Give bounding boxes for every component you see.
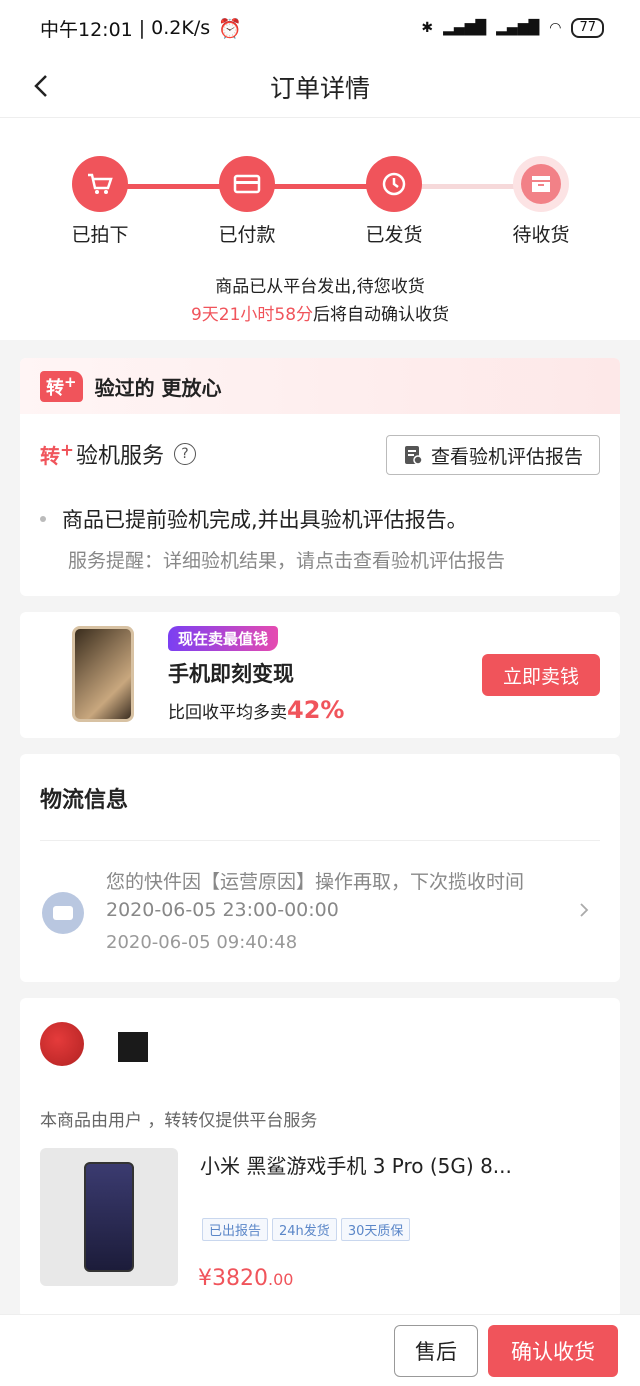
inspection-bullet: 商品已提前验机完成,并出具验机评估报告。 [40, 504, 468, 534]
product-price: ¥3820.00 [198, 1266, 294, 1291]
status-time: 中午12:01 [40, 18, 133, 41]
product-tags: 已出报告 24h发货 30天质保 [202, 1218, 411, 1241]
sell-now-button[interactable]: 立即卖钱 [482, 654, 600, 696]
page-title: 订单详情 [269, 73, 370, 103]
product-title[interactable]: 小米 黑鲨游戏手机 3 Pro (5G) 8... [200, 1150, 600, 1179]
logistics-card[interactable]: 物流信息 您的快件因【运营原因】操作再取，下次揽收时间2020-06-05 23… [20, 754, 620, 982]
step-paid: 已付款 [187, 156, 307, 247]
sell-tag: 现在卖最值钱 [168, 626, 279, 651]
signal-icon-2: ▂▄▆█ [496, 20, 540, 36]
seller-avatar[interactable] [40, 1022, 84, 1066]
logistics-latest: 您的快件因【运营原因】操作再取，下次揽收时间2020-06-05 23:00-0… [106, 871, 525, 921]
status-speed: 0.2K/s [151, 17, 211, 39]
inspection-reminder: 服务提醒：详细验机结果，请点击查看验机评估报告 [68, 550, 506, 572]
sell-banner[interactable]: 现在卖最值钱 手机即刻变现 比回收平均多卖42% 立即卖钱 [20, 612, 620, 738]
view-report-button[interactable]: 查看验机评估报告 [386, 435, 600, 475]
logistics-title: 物流信息 [40, 788, 129, 813]
report-icon [404, 446, 423, 465]
zhuan-mini-logo: 转+ [40, 439, 74, 468]
card-icon [219, 156, 275, 212]
auto-confirm-text: 9天21小时58分后将自动确认收货 [190, 305, 450, 325]
status-right: ✱ ▂▄▆█ ▂▄▆█ ◠ 77 [421, 18, 604, 38]
step-to-receive: 待收货 [481, 156, 601, 247]
after-sale-button[interactable]: 售后 [394, 1325, 478, 1377]
tag-report: 已出报告 [202, 1218, 269, 1241]
step-label: 已发货 [365, 224, 423, 246]
seller-name-redacted [118, 1032, 148, 1062]
back-icon[interactable] [28, 72, 56, 100]
countdown: 9天21小时58分 [190, 305, 314, 325]
inspection-slogan: 验过的 更放心 [94, 375, 222, 400]
bottom-action-bar: 售后 确认收货 [0, 1314, 640, 1386]
step-label: 已拍下 [71, 224, 129, 246]
step-label: 已付款 [218, 224, 276, 246]
platform-note: 本商品由用户 ，转转仅提供平台服务 [40, 1111, 318, 1131]
tag-24h: 24h发货 [272, 1218, 337, 1241]
truck-icon [42, 892, 84, 934]
divider [40, 840, 600, 841]
alarm-icon: ⏰ [218, 17, 242, 40]
inspection-card: 转+ 验过的 更放心 转+ 验机服务 ? 查看验机评估报告 商品已提前验机完成,… [20, 358, 620, 596]
sell-percent: 42% [287, 696, 345, 724]
sell-subtitle: 比回收平均多卖42% [168, 696, 345, 724]
sell-title: 手机即刻变现 [168, 662, 294, 686]
signal-icon: ▂▄▆█ [443, 20, 487, 36]
inspection-service-title: 转+ 验机服务 ? [40, 438, 196, 470]
order-progress: 已拍下 已付款 已发货 待收货 商品已从平台发出,待您收货 9天21小时58分后… [0, 118, 640, 340]
iphone-image [72, 626, 134, 722]
wifi-icon: ◠ [549, 20, 562, 36]
chevron-right-icon [580, 903, 589, 917]
battery-icon: 77 [571, 18, 604, 38]
logistics-time: 2020-06-05 09:40:48 [106, 932, 298, 953]
cart-icon [72, 156, 128, 212]
status-bar: 中午12:01 | 0.2K/s ⏰ ✱ ▂▄▆█ ▂▄▆█ ◠ 77 [0, 0, 640, 56]
step-ordered: 已拍下 [40, 156, 160, 247]
step-label: 待收货 [512, 224, 570, 246]
product-card: 本商品由用户 ，转转仅提供平台服务 小米 黑鲨游戏手机 3 Pro (5G) 8… [20, 998, 620, 1318]
shipping-status-text: 商品已从平台发出,待您收货 [215, 277, 425, 297]
step-shipped: 已发货 [334, 156, 454, 247]
nav-bar: 订单详情 [0, 56, 640, 118]
help-icon[interactable]: ? [173, 443, 196, 465]
tag-warranty: 30天质保 [340, 1218, 411, 1241]
shipping-icon [366, 156, 422, 212]
confirm-receipt-button[interactable]: 确认收货 [488, 1325, 618, 1377]
inspection-header: 转+ 验过的 更放心 [20, 358, 620, 414]
box-icon [513, 156, 569, 212]
bluetooth-icon: ✱ [421, 20, 434, 36]
product-image[interactable] [40, 1148, 178, 1286]
zhuan-logo: 转+ [40, 370, 83, 402]
